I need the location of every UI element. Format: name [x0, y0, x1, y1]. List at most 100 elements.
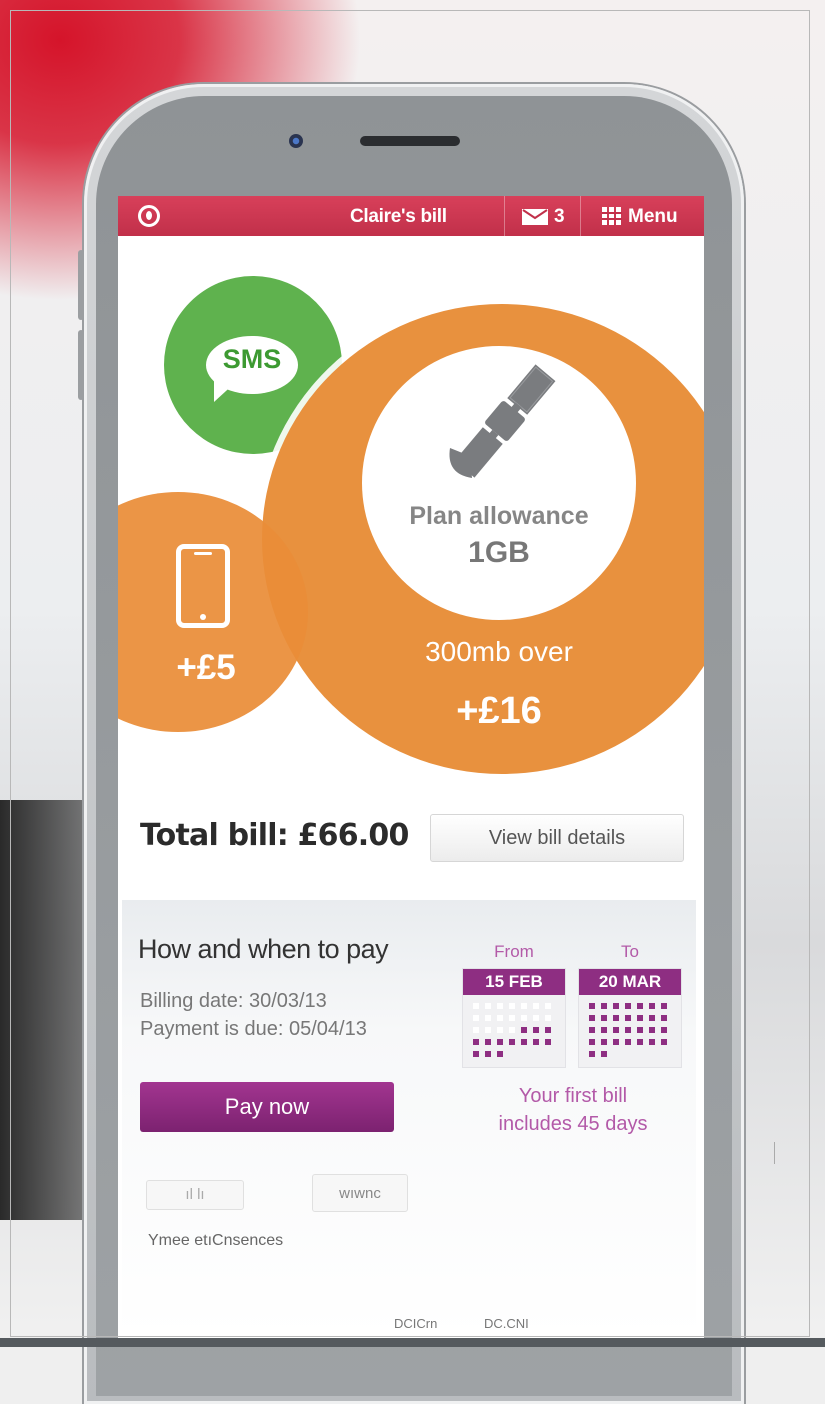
calendar-day: [545, 1027, 551, 1033]
calendar-day: [625, 1039, 631, 1045]
calendar-day: [521, 1027, 527, 1033]
calendar-day: [545, 1003, 551, 1009]
sms-speech-tail: [214, 380, 238, 402]
calendar-day: [473, 1039, 479, 1045]
first-bill-line-2: includes 45 days: [498, 1113, 648, 1135]
volume-button-2: [78, 330, 84, 400]
front-camera-icon: [289, 134, 303, 148]
satellite-icon: [449, 364, 556, 478]
calendar-day: [509, 1027, 515, 1033]
blurred-chip-left[interactable]: ıl lı: [146, 1180, 244, 1210]
calendar-day: [649, 1027, 655, 1033]
sms-label: SMS: [222, 344, 282, 374]
calendar-day: [637, 1027, 643, 1033]
calendar-day: [473, 1027, 479, 1033]
to-calendar-grid: [589, 1003, 673, 1063]
messages-count[interactable]: 3: [554, 206, 565, 228]
calendar-day: [601, 1015, 607, 1021]
calendar-day: [497, 1015, 503, 1021]
blurred-bottom-right: DC.CNI: [484, 1316, 529, 1331]
total-bill: Total bill: £66.00: [140, 818, 409, 853]
calendar-day: [485, 1015, 491, 1021]
data-overage-label: 300mb over: [425, 636, 573, 667]
menu-button[interactable]: Menu: [628, 206, 678, 228]
calendar-day: [601, 1039, 607, 1045]
calendar-day: [625, 1003, 631, 1009]
calendar-day: [521, 1039, 527, 1045]
background-mark: [774, 1142, 775, 1164]
payment-due-date: Payment is due: 05/04/13: [140, 1018, 367, 1040]
calendar-day: [637, 1003, 643, 1009]
calendar-day: [649, 1003, 655, 1009]
vodafone-logo-icon[interactable]: [138, 205, 160, 227]
volume-button: [78, 250, 84, 320]
calendar-day: [589, 1003, 595, 1009]
first-bill-note: Your first bill includes 45 days: [462, 1082, 684, 1138]
calendar-day: [473, 1015, 479, 1021]
calendar-day: [497, 1027, 503, 1033]
calls-extra-charge: +£5: [176, 648, 236, 687]
page-title: Claire's bill: [350, 206, 447, 227]
plan-allowance-label: Plan allowance: [409, 502, 589, 530]
plan-allowance-value: 1GB: [468, 536, 530, 569]
calendar-day: [601, 1003, 607, 1009]
first-bill-line-1: Your first bill: [518, 1085, 628, 1107]
from-date: 15 FEB: [463, 969, 565, 995]
calendar-day: [533, 1015, 539, 1021]
calendar-day: [613, 1003, 619, 1009]
grid-menu-icon[interactable]: [602, 207, 622, 225]
calendar-day: [485, 1027, 491, 1033]
calendar-day: [533, 1003, 539, 1009]
calendar-day: [533, 1027, 539, 1033]
calendar-day: [649, 1015, 655, 1021]
to-calendar-icon: 20 MAR: [578, 968, 682, 1068]
calendar-day: [649, 1039, 655, 1045]
calendar-day: [589, 1015, 595, 1021]
calendar-day: [637, 1015, 643, 1021]
calendar-day: [473, 1003, 479, 1009]
phone-screen: Claire's bill 3 Menu SMS +£5 Plan allowa…: [118, 196, 704, 1338]
calendar-day: [601, 1027, 607, 1033]
calendar-day: [533, 1039, 539, 1045]
calendar-day: [601, 1051, 607, 1057]
period-to-label: To: [621, 942, 639, 961]
calendar-day: [661, 1027, 667, 1033]
header-divider: [504, 196, 505, 236]
calendar-day: [497, 1003, 503, 1009]
calendar-day: [521, 1003, 527, 1009]
calendar-day: [509, 1039, 515, 1045]
to-date: 20 MAR: [579, 969, 681, 995]
calendar-day: [485, 1003, 491, 1009]
calendar-day: [661, 1039, 667, 1045]
blurred-bottom-left: DCICrn: [394, 1316, 438, 1331]
from-calendar-icon: 15 FEB: [462, 968, 566, 1068]
calendar-day: [473, 1051, 479, 1057]
earpiece-speaker: [360, 136, 460, 146]
calendar-day: [589, 1027, 595, 1033]
calendar-day: [661, 1015, 667, 1021]
bottom-strip: [0, 1338, 825, 1347]
mobile-phone-speaker: [194, 552, 212, 555]
calendar-day: [613, 1027, 619, 1033]
calendar-day: [613, 1039, 619, 1045]
calendar-day: [497, 1039, 503, 1045]
blurred-chip-right[interactable]: wıwnc: [312, 1174, 408, 1212]
calendar-day: [589, 1051, 595, 1057]
calendar-day: [613, 1015, 619, 1021]
view-bill-details-button[interactable]: View bill details: [430, 814, 684, 862]
envelope-icon[interactable]: [522, 209, 548, 225]
calendar-day: [509, 1015, 515, 1021]
calendar-day: [625, 1027, 631, 1033]
calendar-day: [545, 1039, 551, 1045]
pay-now-button[interactable]: Pay now: [140, 1082, 394, 1132]
header-divider: [580, 196, 581, 236]
calendar-day: [545, 1015, 551, 1021]
payment-heading: How and when to pay: [138, 934, 389, 964]
calendar-day: [661, 1003, 667, 1009]
data-overage-charge: +£16: [456, 690, 542, 732]
calendar-day: [485, 1051, 491, 1057]
calendar-day: [637, 1039, 643, 1045]
calendar-day: [521, 1015, 527, 1021]
calendar-day: [497, 1051, 503, 1057]
calendar-day: [625, 1015, 631, 1021]
